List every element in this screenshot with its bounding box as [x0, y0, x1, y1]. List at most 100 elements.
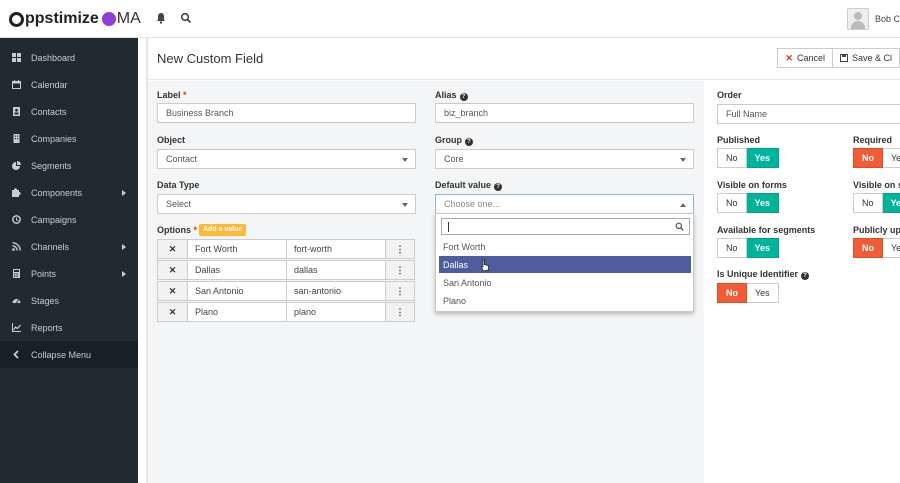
user-menu[interactable]: Bob C	[846, 8, 900, 30]
remove-option-button[interactable]: ✕	[157, 260, 188, 280]
sidebar-item-calendar[interactable]: Calendar	[0, 71, 138, 98]
sidebar-item-stages[interactable]: Stages	[0, 287, 138, 314]
sidebar-item-label: Companies	[31, 133, 77, 144]
caret-down-icon	[402, 158, 408, 162]
top-bar: ppstimize MA Bob C	[0, 0, 900, 38]
page-title: New Custom Field	[157, 51, 264, 66]
label-input[interactable]: Business Branch	[157, 103, 416, 123]
remove-option-button[interactable]: ✕	[157, 302, 188, 322]
group-field-title: Group?	[435, 135, 473, 146]
dropdown-option[interactable]: Plano	[439, 292, 691, 309]
app-logo[interactable]: ppstimize MA	[9, 10, 141, 28]
drag-handle-icon[interactable]: ⋮	[385, 239, 415, 259]
table-row: ✕ Dallas dallas ⋮	[157, 260, 416, 280]
remove-option-button[interactable]: ✕	[157, 281, 188, 301]
sidebar-item-points[interactable]: Points	[0, 260, 138, 287]
drag-handle-icon[interactable]: ⋮	[385, 302, 415, 322]
collapse-menu-label: Collapse Menu	[31, 349, 92, 360]
drag-handle-icon[interactable]: ⋮	[385, 281, 415, 301]
published-yes[interactable]: Yes	[746, 148, 780, 168]
object-select[interactable]: Contact	[157, 149, 416, 169]
option-label-input[interactable]: Plano	[187, 302, 287, 322]
sidebar-item-companies[interactable]: Companies	[0, 125, 138, 152]
visible-on-sl-yes[interactable]: Yes	[882, 193, 900, 213]
page-header: New Custom Field ✕ Cancel Save & Cl	[148, 38, 900, 80]
label-field-title: Label *	[157, 90, 187, 100]
unique-identifier-no[interactable]: No	[717, 283, 747, 303]
sidebar-item-contacts[interactable]: Contacts	[0, 98, 138, 125]
default-value-select[interactable]: Choose one...	[435, 194, 694, 214]
search-icon[interactable]	[180, 12, 192, 24]
required-yes[interactable]: Yes	[883, 148, 900, 168]
caret-up-icon	[680, 203, 686, 207]
option-value-input[interactable]: plano	[286, 302, 386, 322]
required-no[interactable]: No	[853, 148, 883, 168]
option-label-input[interactable]: San Antonio	[187, 281, 287, 301]
caret-down-icon	[402, 203, 408, 207]
default-value-dropdown: Fort Worth Dallas San Antonio Plano	[435, 213, 694, 312]
visible-on-forms-yes[interactable]: Yes	[746, 193, 780, 213]
dropdown-search-input[interactable]	[441, 218, 690, 235]
sidebar-item-dashboard[interactable]: Dashboard	[0, 44, 138, 71]
publicly-upd-no[interactable]: No	[853, 238, 883, 258]
add-value-button[interactable]: Add a value	[199, 224, 247, 236]
option-value-input[interactable]: san-antonio	[286, 281, 386, 301]
sidebar-item-reports[interactable]: Reports	[0, 314, 138, 341]
unique-identifier-yes[interactable]: Yes	[747, 283, 779, 303]
published-no[interactable]: No	[717, 148, 747, 168]
default-value-field-title: Default value?	[435, 180, 503, 191]
visible-on-sl-title: Visible on sl	[853, 180, 900, 190]
required-title: Required	[853, 135, 893, 145]
publicly-upd-toggle[interactable]: No Yes	[853, 238, 900, 258]
dropdown-option[interactable]: Fort Worth	[439, 238, 691, 255]
save-close-button[interactable]: Save & Cl	[832, 48, 900, 68]
drag-handle-icon[interactable]: ⋮	[385, 260, 415, 280]
caret-down-icon	[680, 158, 686, 162]
cancel-button[interactable]: ✕ Cancel	[777, 48, 833, 68]
sidebar-item-campaigns[interactable]: Campaigns	[0, 206, 138, 233]
option-value-input[interactable]: fort-worth	[286, 239, 386, 259]
option-label-input[interactable]: Dallas	[187, 260, 287, 280]
visible-on-sl-no[interactable]: No	[853, 193, 883, 213]
help-icon: ?	[801, 272, 810, 280]
table-row: ✕ San Antonio san-antonio ⋮	[157, 281, 416, 301]
available-for-segments-yes[interactable]: Yes	[746, 238, 780, 258]
unique-identifier-toggle[interactable]: No Yes	[717, 283, 779, 303]
option-value-input[interactable]: dallas	[286, 260, 386, 280]
bell-icon[interactable]	[155, 12, 167, 24]
logo-badge-icon	[101, 12, 116, 26]
required-toggle[interactable]: No Yes	[853, 148, 900, 168]
sidebar-item-label: Reports	[31, 322, 63, 333]
dropdown-option-highlighted[interactable]: Dallas	[439, 256, 691, 273]
sidebar-item-segments[interactable]: Segments	[0, 152, 138, 179]
collapse-menu-button[interactable]: Collapse Menu	[0, 341, 138, 368]
data-type-field-title: Data Type	[157, 180, 200, 190]
option-label-input[interactable]: Fort Worth	[187, 239, 287, 259]
published-toggle[interactable]: No Yes	[717, 148, 780, 168]
visible-on-forms-no[interactable]: No	[717, 193, 747, 213]
calendar-icon	[12, 80, 21, 89]
chevron-left-icon	[13, 350, 19, 359]
data-type-select[interactable]: Select	[157, 194, 416, 214]
available-for-segments-toggle[interactable]: No Yes	[717, 238, 780, 258]
group-select[interactable]: Core	[435, 149, 694, 169]
logo-text: ppstimize	[25, 10, 99, 27]
order-select[interactable]: Full Name	[717, 104, 900, 124]
sidebar-item-label: Campaigns	[31, 214, 77, 225]
chevron-right-icon	[122, 244, 126, 250]
sidebar-item-channels[interactable]: Channels	[0, 233, 138, 260]
text-cursor	[448, 222, 449, 232]
published-title: Published	[717, 135, 761, 145]
clock-icon	[12, 215, 21, 224]
chevron-right-icon	[122, 271, 126, 277]
available-for-segments-no[interactable]: No	[717, 238, 747, 258]
dropdown-option[interactable]: San Antonio	[439, 274, 691, 291]
building-icon	[13, 134, 20, 143]
visible-on-sl-toggle[interactable]: No Yes	[853, 193, 900, 213]
sidebar-item-components[interactable]: Components	[0, 179, 138, 206]
alias-input[interactable]: biz_branch	[435, 103, 694, 123]
visible-on-forms-toggle[interactable]: No Yes	[717, 193, 780, 213]
sidebar-item-label: Stages	[31, 295, 60, 306]
remove-option-button[interactable]: ✕	[157, 239, 188, 259]
publicly-upd-yes[interactable]: Yes	[883, 238, 900, 258]
